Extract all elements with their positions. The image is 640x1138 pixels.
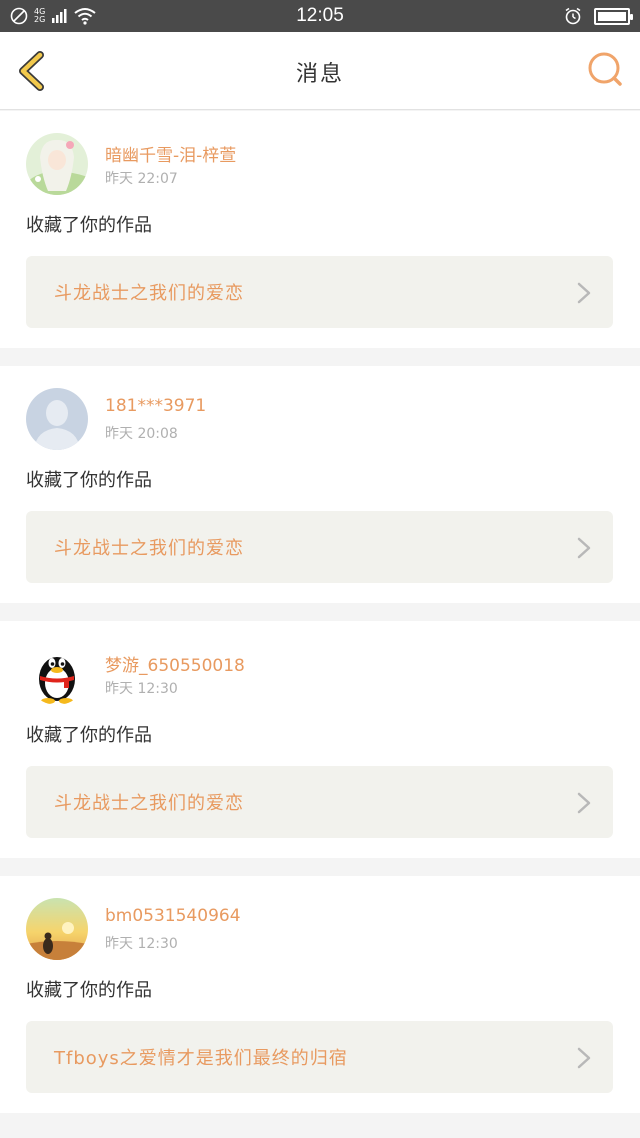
work-link[interactable]: 斗龙战士之我们的爱恋 [26,766,613,838]
qq-penguin-avatar [26,643,88,705]
alarm-icon [565,7,581,25]
top-bar: 消息 [0,32,640,110]
message-action: 收藏了你的作品 [26,215,152,236]
work-title: 斗龙战士之我们的爱恋 [54,283,244,304]
message-time: 昨天 12:30 [105,936,178,952]
chevron-right-icon [577,537,591,559]
message-list: 暗幽千雪-泪-梓萱 昨天 22:07 收藏了你的作品 斗龙战士之我们的爱恋 18… [0,111,640,1131]
message-card: 暗幽千雪-泪-梓萱 昨天 22:07 收藏了你的作品 斗龙战士之我们的爱恋 [0,111,640,348]
user-avatar[interactable] [26,133,88,195]
work-link[interactable]: Tfboys之爱情才是我们最终的归宿 [26,1021,613,1093]
page-title: 消息 [295,62,344,87]
user-name[interactable]: 暗幽千雪-泪-梓萱 [105,141,236,166]
message-card: 181***3971 昨天 20:08 收藏了你的作品 斗龙战士之我们的爱恋 [0,366,640,603]
user-avatar[interactable] [26,388,88,450]
message-card: bm0531540964 昨天 12:30 收藏了你的作品 Tfboys之爱情才… [0,876,640,1113]
message-time: 昨天 20:08 [105,426,178,442]
message-action: 收藏了你的作品 [26,725,152,746]
search-button[interactable] [586,50,626,90]
message-action: 收藏了你的作品 [26,980,152,1001]
user-name[interactable]: 梦游_650550018 [105,651,245,676]
sunset-avatar [26,898,88,960]
message-time: 昨天 12:30 [105,681,178,697]
battery-level [598,11,626,21]
work-title: Tfboys之爱情才是我们最终的归宿 [54,1048,348,1069]
search-icon [588,52,622,86]
message-card: 梦游_650550018 昨天 12:30 收藏了你的作品 斗龙战士之我们的爱恋 [0,621,640,858]
battery-icon [594,7,633,25]
message-time: 昨天 22:07 [105,171,178,187]
status-right [564,6,633,26]
user-avatar[interactable] [26,898,88,960]
user-name[interactable]: bm0531540964 [105,906,241,926]
status-bar: 4G 2G 12:05 [0,0,640,32]
message-action: 收藏了你的作品 [26,470,152,491]
chevron-right-icon [577,792,591,814]
anime-girl-avatar [26,133,88,195]
chevron-right-icon [577,1047,591,1069]
status-time: 12:05 [296,5,344,26]
work-title: 斗龙战士之我们的爱恋 [54,538,244,559]
work-title: 斗龙战士之我们的爱恋 [54,793,244,814]
user-avatar[interactable] [26,643,88,705]
user-name[interactable]: 181***3971 [105,396,206,416]
chevron-right-icon [577,282,591,304]
work-link[interactable]: 斗龙战士之我们的爱恋 [26,511,613,583]
default-user-avatar [26,388,88,450]
work-link[interactable]: 斗龙战士之我们的爱恋 [26,256,613,328]
